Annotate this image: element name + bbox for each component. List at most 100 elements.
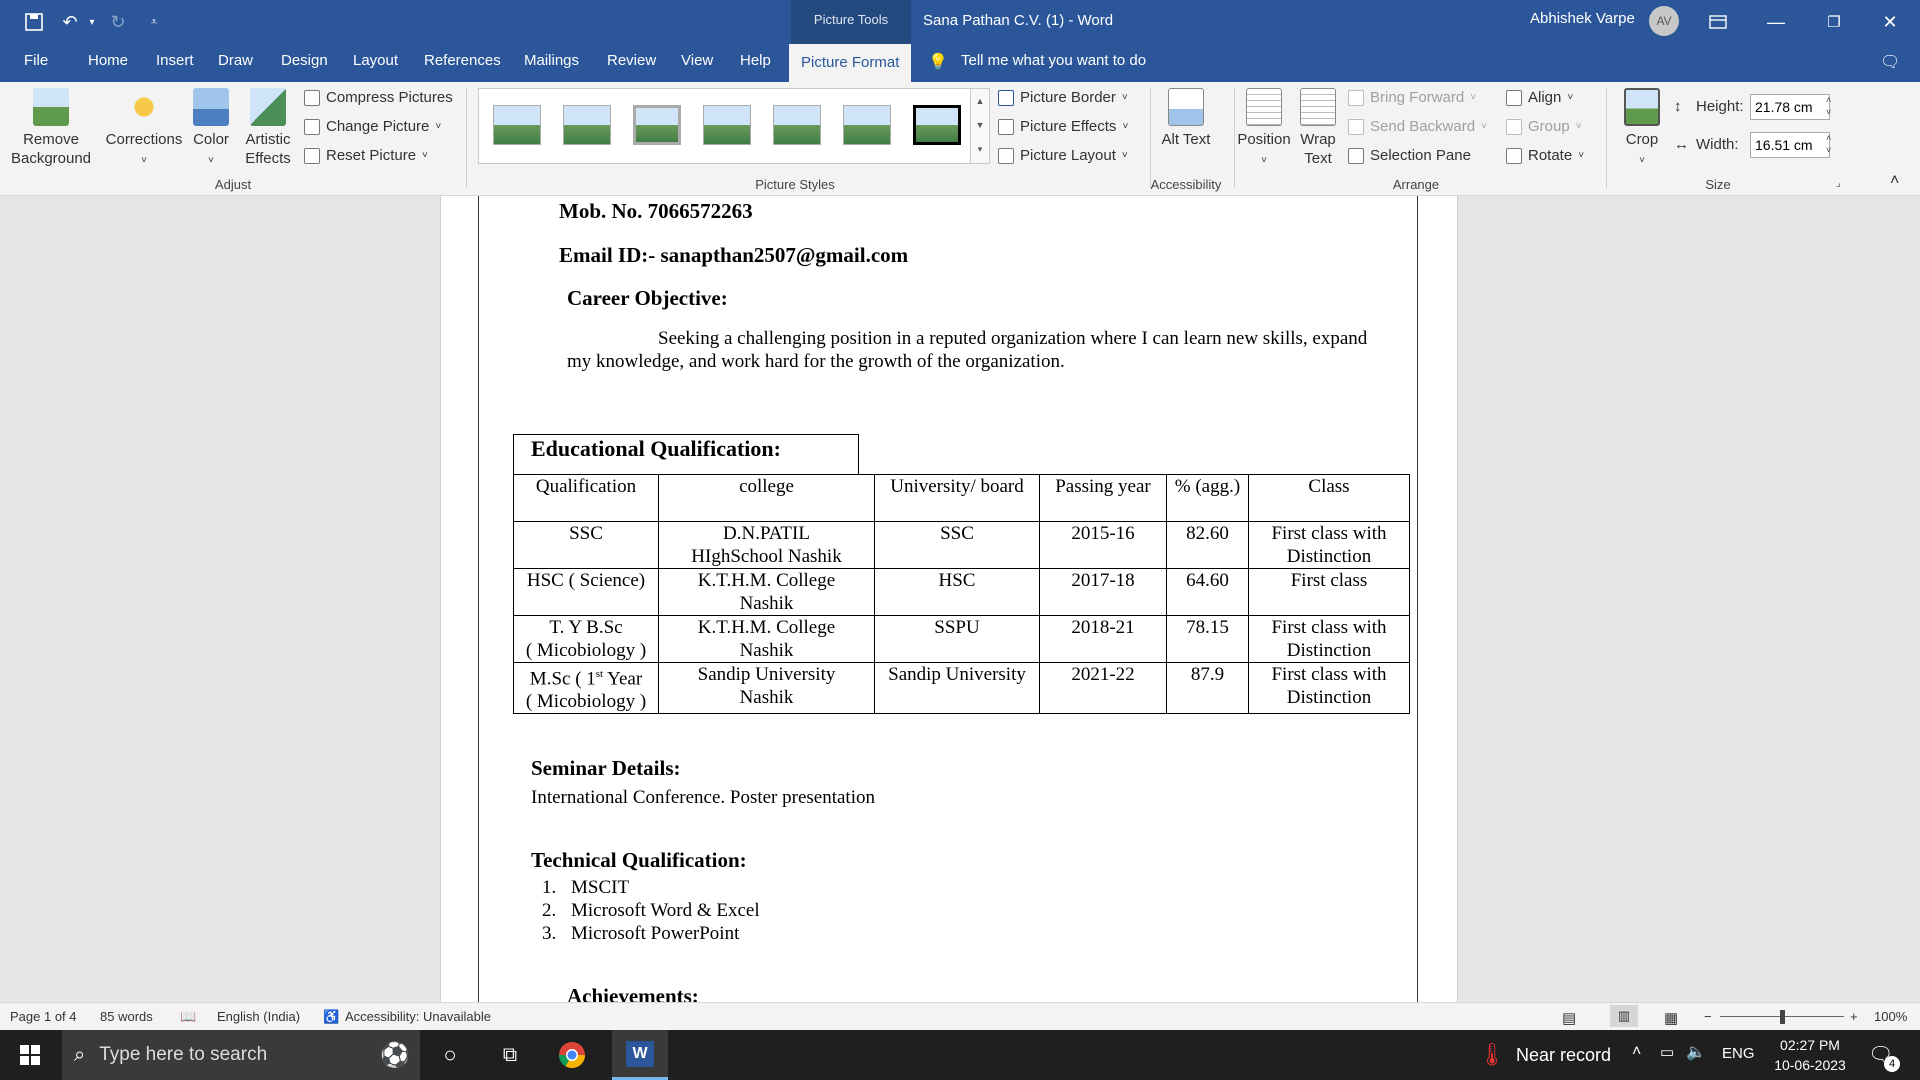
position-button[interactable]: Position ˅	[1236, 88, 1292, 170]
separator	[1606, 88, 1607, 188]
email-id: Email ID:- sanapthan2507@gmail.com	[559, 243, 909, 267]
artistic-effects-button[interactable]: Artistic Effects	[238, 88, 298, 168]
zoom-in-icon[interactable]: +	[1850, 1009, 1858, 1024]
weather-text[interactable]: Near record	[1516, 1045, 1611, 1066]
chrome-icon[interactable]	[556, 1039, 588, 1071]
tab-design[interactable]: Design	[281, 52, 328, 69]
width-icon: ↔	[1674, 136, 1689, 153]
remove-background-button[interactable]: Remove Background	[8, 88, 94, 168]
word-count[interactable]: 85 words	[100, 1009, 153, 1024]
tab-view[interactable]: View	[681, 52, 713, 69]
cell-year: 2018-21	[1039, 615, 1167, 663]
send-backward-label: Send Backward	[1370, 118, 1476, 135]
ribbon-display-options-icon[interactable]	[1706, 10, 1730, 34]
gallery-scroll[interactable]: ▲ ▼ ▾	[970, 88, 990, 164]
rotate-button[interactable]: Rotate ˅	[1506, 147, 1584, 164]
tell-me-search[interactable]: Tell me what you want to do	[961, 52, 1146, 69]
clock[interactable]: 02:27 PM 10-06-2023	[1770, 1035, 1850, 1075]
page-count[interactable]: Page 1 of 4	[10, 1009, 77, 1024]
cell-university: SSPU	[874, 615, 1040, 663]
style-thumb[interactable]	[493, 105, 541, 145]
avatar[interactable]: AV	[1649, 6, 1679, 36]
windows-start-icon[interactable]	[14, 1039, 46, 1071]
volume-icon[interactable]: 🔈	[1686, 1042, 1706, 1062]
close-icon[interactable]: ✕	[1878, 10, 1902, 34]
read-mode-icon[interactable]: ▤	[1562, 1009, 1576, 1027]
tab-picture-format[interactable]: Picture Format	[789, 44, 912, 82]
width-spinner[interactable]: ˄ ˅	[1826, 132, 1831, 156]
restore-icon[interactable]: ❐	[1822, 10, 1846, 34]
separator	[1234, 88, 1235, 188]
user-name[interactable]: Abhishek Varpe	[1530, 10, 1635, 27]
proofing-icon[interactable]: 📖	[180, 1009, 196, 1025]
language[interactable]: English (India)	[217, 1009, 300, 1024]
height-spinner[interactable]: ˄ ˅	[1826, 94, 1831, 118]
reset-picture-button[interactable]: Reset Picture ˅	[304, 147, 428, 164]
picture-effects-button[interactable]: Picture Effects ˅	[998, 118, 1128, 135]
cell-text: Nashik	[739, 687, 794, 708]
edu-heading: Educational Qualification:	[531, 436, 781, 461]
bring-forward-button[interactable]: Bring Forward ˅	[1348, 89, 1476, 106]
style-thumb[interactable]	[843, 105, 891, 145]
color-button[interactable]: Color ˅	[188, 88, 234, 170]
cell-percent: 82.60	[1166, 521, 1249, 569]
group-button[interactable]: Group ˅	[1506, 118, 1582, 135]
width-input[interactable]	[1750, 132, 1830, 158]
tab-insert[interactable]: Insert	[156, 52, 194, 69]
customize-toolbar-icon[interactable]: ⩡	[142, 10, 166, 34]
battery-icon[interactable]: ▭	[1660, 1043, 1674, 1061]
align-button[interactable]: Align ˅	[1506, 89, 1573, 106]
style-thumb[interactable]	[913, 105, 961, 145]
cell-text: ( Micobiology )	[525, 691, 647, 713]
collapse-ribbon-icon[interactable]: ˄	[1890, 172, 1899, 190]
style-thumb[interactable]	[633, 105, 681, 145]
picture-styles-gallery[interactable]	[478, 88, 976, 164]
style-thumb[interactable]	[703, 105, 751, 145]
zoom-slider-thumb[interactable]	[1780, 1010, 1785, 1024]
tab-layout[interactable]: Layout	[353, 52, 398, 69]
accessibility-status[interactable]: Accessibility: Unavailable	[345, 1009, 491, 1024]
size-group-label: Size	[1705, 177, 1731, 192]
wrap-text-button[interactable]: Wrap Text	[1294, 88, 1342, 168]
crop-button[interactable]: Crop ˅	[1616, 88, 1668, 170]
task-view-icon[interactable]: ⧉	[494, 1039, 526, 1071]
comments-icon[interactable]: 🗨	[1880, 52, 1900, 72]
compress-pictures-button[interactable]: Compress Pictures	[304, 89, 453, 106]
wrap-text-label: Wrap Text	[1300, 131, 1336, 167]
redo-icon[interactable]: ↻	[106, 10, 130, 34]
taskbar-search-box[interactable]: ⌕ Type here to search ⚽	[62, 1030, 420, 1080]
minimize-icon[interactable]: —	[1764, 10, 1788, 34]
zoom-level[interactable]: 100%	[1874, 1009, 1907, 1024]
tab-draw[interactable]: Draw	[218, 52, 253, 69]
corrections-button[interactable]: Corrections ˅	[103, 88, 185, 170]
undo-icon[interactable]: ↶	[58, 10, 82, 34]
tab-review[interactable]: Review	[607, 52, 656, 69]
web-layout-icon[interactable]: ▦	[1664, 1009, 1678, 1027]
tab-mailings[interactable]: Mailings	[524, 52, 579, 69]
send-backward-button[interactable]: Send Backward ˅	[1348, 118, 1487, 135]
word-taskbar-button[interactable]: W	[612, 1030, 668, 1080]
clock-date: 10-06-2023	[1774, 1057, 1846, 1073]
change-picture-button[interactable]: Change Picture ˅	[304, 118, 441, 135]
selection-pane-button[interactable]: Selection Pane	[1348, 147, 1471, 164]
size-dialog-launcher-icon[interactable]: ⌟	[1836, 178, 1841, 189]
print-layout-icon[interactable]: ▥	[1610, 1005, 1638, 1027]
save-icon[interactable]	[22, 10, 46, 34]
tab-file[interactable]: File	[24, 52, 48, 69]
style-thumb[interactable]	[563, 105, 611, 145]
tab-references[interactable]: References	[424, 52, 501, 69]
show-hidden-icons-icon[interactable]: ˄	[1632, 1043, 1641, 1061]
notification-count: 4	[1884, 1056, 1900, 1072]
height-input[interactable]	[1750, 94, 1830, 120]
picture-border-button[interactable]: Picture Border ˅	[998, 89, 1128, 106]
input-language[interactable]: ENG	[1722, 1045, 1755, 1062]
picture-layout-button[interactable]: Picture Layout ˅	[998, 147, 1128, 164]
tab-home[interactable]: Home	[88, 52, 128, 69]
table-row: T. Y B.Sc( Micobiology ) K.T.H.M. Colleg…	[513, 615, 1410, 663]
alt-text-button[interactable]: Alt Text	[1160, 88, 1212, 149]
undo-dropdown-icon[interactable]: ▾	[80, 10, 104, 34]
style-thumb[interactable]	[773, 105, 821, 145]
cortana-icon[interactable]: ○	[434, 1039, 466, 1071]
zoom-out-icon[interactable]: −	[1704, 1009, 1712, 1024]
tab-help[interactable]: Help	[740, 52, 771, 69]
